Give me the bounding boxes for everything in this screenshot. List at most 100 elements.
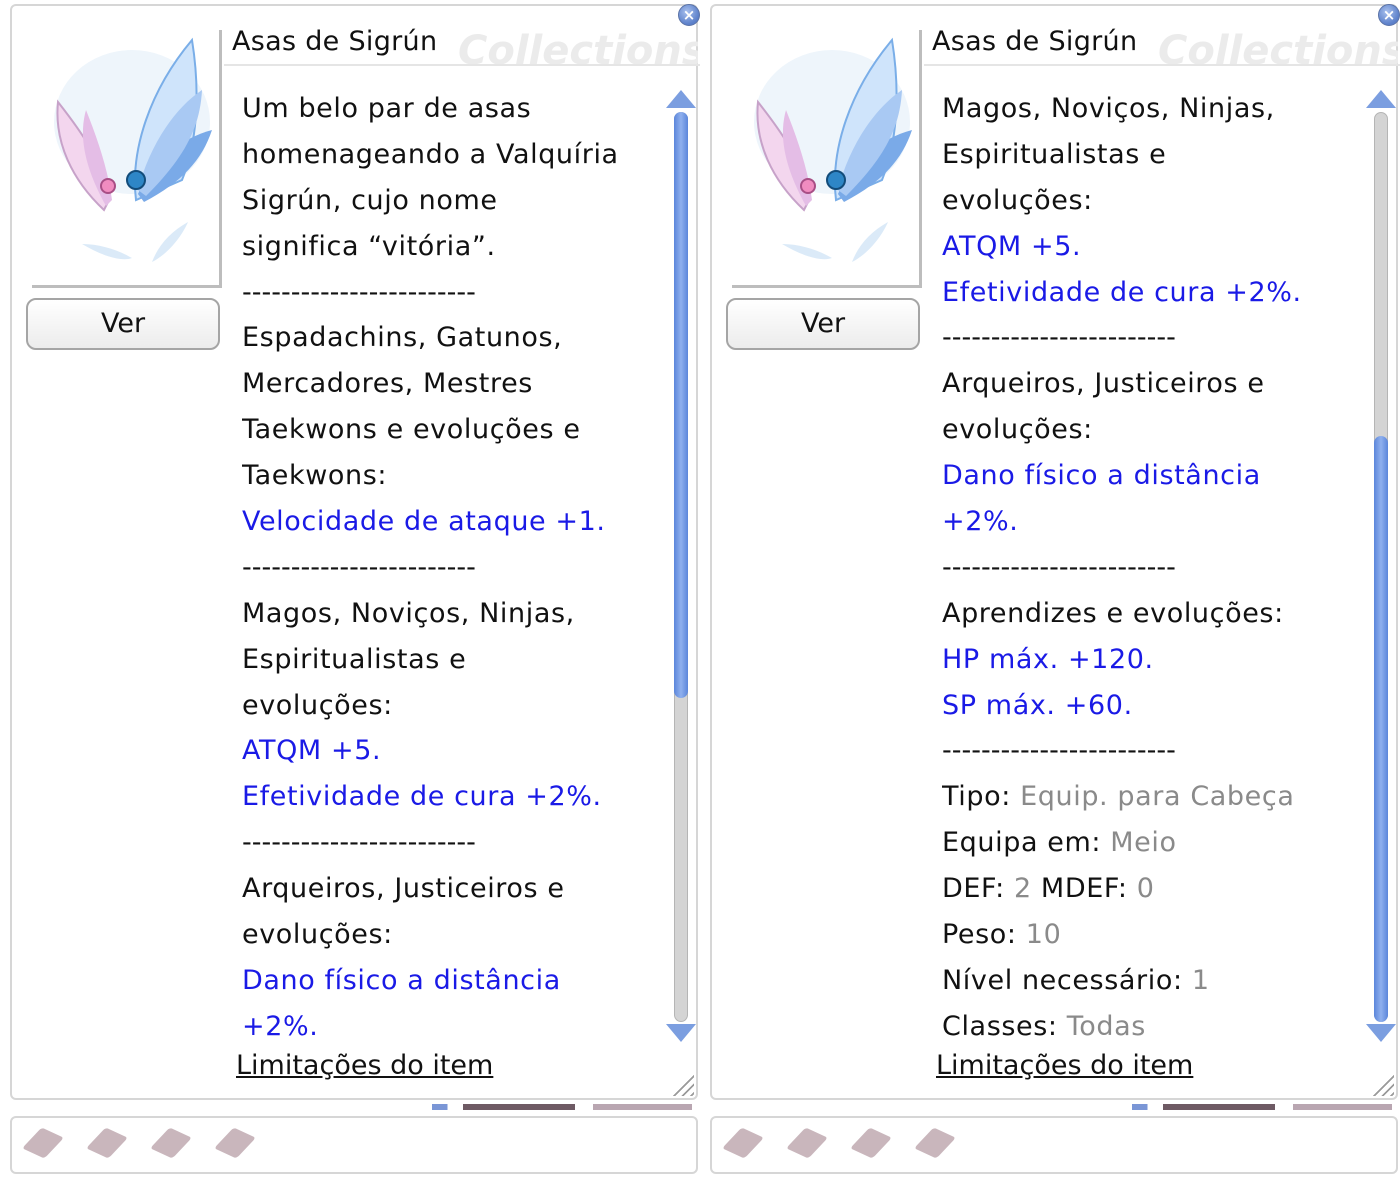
- card-slot-icon: [722, 1127, 764, 1159]
- separator-line: ------------------------: [242, 276, 476, 308]
- description-line: homenageando a Valquíria: [242, 138, 619, 170]
- item-description[interactable]: Magos, Noviços, Ninjas, Espiritualistas e…: [942, 86, 1362, 1052]
- decorative-strip: [432, 1104, 692, 1110]
- description-line: Magos, Noviços, Ninjas,: [942, 93, 1275, 124]
- item-limitations-link[interactable]: Limitações do item: [936, 1050, 1193, 1081]
- scroll-thumb[interactable]: [674, 112, 688, 698]
- property-key: DEF:: [942, 873, 1014, 905]
- item-preview-image: [732, 30, 922, 288]
- property-key: Peso:: [942, 919, 1026, 951]
- wings-illustration: [54, 37, 212, 262]
- scroll-up-icon[interactable]: [1366, 90, 1396, 108]
- card-slot-icon: [786, 1127, 828, 1159]
- property-key: Nível necessário:: [942, 964, 1192, 996]
- item-description[interactable]: Um belo par de asas homenageando a Valquí…: [242, 86, 662, 1052]
- effect-line: HP máx. +120.: [942, 643, 1154, 675]
- property-key: MDEF:: [1031, 873, 1137, 905]
- effect-line: +2%.: [942, 506, 1019, 538]
- property-value: 0: [1136, 873, 1155, 905]
- description-line: Arqueiros, Justiceiros e: [942, 368, 1265, 400]
- separator-line: ------------------------: [242, 827, 476, 859]
- item-window-right: Ver Collections Asas de Sigrún × Magos, …: [710, 0, 1400, 1179]
- description-line: Espiritualistas e: [942, 138, 1167, 170]
- card-slot-icon: [86, 1127, 128, 1159]
- item-limitations-link[interactable]: Limitações do item: [236, 1050, 493, 1081]
- effect-line: Dano físico a distância: [242, 964, 561, 996]
- effect-line: ATQM +5.: [242, 735, 382, 767]
- property-value: 1: [1191, 964, 1210, 996]
- description-line: Magos, Noviços, Ninjas,: [242, 597, 575, 629]
- view-button[interactable]: Ver: [726, 298, 920, 350]
- property-key: Equipa em:: [942, 827, 1111, 859]
- property-key: Tipo:: [942, 781, 1021, 813]
- description-line: evoluções:: [242, 689, 393, 721]
- resize-handle-icon[interactable]: [672, 1074, 694, 1096]
- property-value: Meio: [1110, 827, 1177, 859]
- description-line: evoluções:: [242, 919, 393, 951]
- property-key: Classes:: [942, 1010, 1067, 1042]
- card-slot-bar: [10, 1116, 698, 1174]
- watermark-text: Collections: [458, 28, 698, 74]
- item-title: Asas de Sigrún: [932, 26, 1138, 57]
- decorative-strip: [1132, 1104, 1392, 1110]
- effect-line: Velocidade de ataque +1.: [242, 506, 606, 538]
- title-divider: [224, 64, 700, 66]
- property-line: Nível necessário: 1: [942, 958, 1362, 1004]
- watermark-text: Collections: [1158, 28, 1398, 74]
- description-line: evoluções:: [942, 414, 1093, 446]
- card-slot-icon: [22, 1127, 64, 1159]
- item-info-window: Ver Collections Asas de Sigrún × Magos, …: [710, 4, 1400, 1100]
- scrollbar[interactable]: [1366, 90, 1396, 1042]
- separator-line: ------------------------: [942, 735, 1176, 767]
- item-info-window: Ver Collections Asas de Sigrún × Um belo…: [10, 4, 700, 1100]
- description-line: Aprendizes e evoluções:: [942, 597, 1284, 629]
- separator-line: ------------------------: [942, 322, 1176, 354]
- item-window-left: Ver Collections Asas de Sigrún × Um belo…: [10, 0, 700, 1179]
- view-button[interactable]: Ver: [26, 298, 220, 350]
- description-line: evoluções:: [942, 184, 1093, 216]
- effect-line: Efetividade de cura +2%.: [942, 276, 1302, 308]
- separator-line: ------------------------: [942, 551, 1176, 583]
- property-value: 10: [1025, 919, 1062, 951]
- close-icon[interactable]: ×: [678, 4, 700, 26]
- card-slot-icon: [150, 1127, 192, 1159]
- description-line: Um belo par de asas: [242, 93, 532, 124]
- title-divider: [924, 64, 1400, 66]
- card-slot-icon: [214, 1127, 256, 1159]
- scroll-down-icon[interactable]: [666, 1024, 696, 1042]
- property-line: Tipo: Equip. para Cabeça: [942, 774, 1362, 820]
- separator-line: ------------------------: [242, 551, 476, 583]
- scroll-down-icon[interactable]: [1366, 1024, 1396, 1042]
- card-slot-bar: [710, 1116, 1398, 1174]
- wings-illustration: [754, 37, 912, 262]
- effect-line: ATQM +5.: [942, 230, 1082, 262]
- property-line: DEF: 2 MDEF: 0: [942, 866, 1362, 912]
- description-line: Taekwons:: [242, 460, 388, 492]
- description-line: Sigrún, cujo nome: [242, 184, 498, 216]
- description-line: Espiritualistas e: [242, 643, 467, 675]
- effect-line: Efetividade de cura +2%.: [242, 781, 602, 813]
- property-value: Todas: [1066, 1010, 1146, 1042]
- property-line: Equipa em: Meio: [942, 820, 1362, 866]
- card-slot-icon: [850, 1127, 892, 1159]
- effect-line: SP máx. +60.: [942, 689, 1133, 721]
- description-line: Mercadores, Mestres: [242, 368, 533, 400]
- description-line: Taekwons e evoluções e: [242, 414, 581, 446]
- item-title: Asas de Sigrún: [232, 26, 438, 57]
- scroll-thumb[interactable]: [1374, 436, 1388, 1022]
- property-value: 2: [1013, 873, 1032, 905]
- description-line: Espadachins, Gatunos,: [242, 322, 563, 354]
- close-icon[interactable]: ×: [1378, 4, 1400, 26]
- scrollbar[interactable]: [666, 90, 696, 1042]
- description-line: Arqueiros, Justiceiros e: [242, 873, 565, 905]
- scroll-up-icon[interactable]: [666, 90, 696, 108]
- item-preview-image: [32, 30, 222, 288]
- property-line: Peso: 10: [942, 912, 1362, 958]
- resize-handle-icon[interactable]: [1372, 1074, 1394, 1096]
- card-slot-icon: [914, 1127, 956, 1159]
- property-value: Equip. para Cabeça: [1020, 781, 1295, 813]
- property-line: Classes: Todas: [942, 1004, 1362, 1050]
- description-line: significa “vitória”.: [242, 230, 496, 262]
- effect-line: Dano físico a distância: [942, 460, 1261, 492]
- effect-line: +2%.: [242, 1010, 319, 1042]
